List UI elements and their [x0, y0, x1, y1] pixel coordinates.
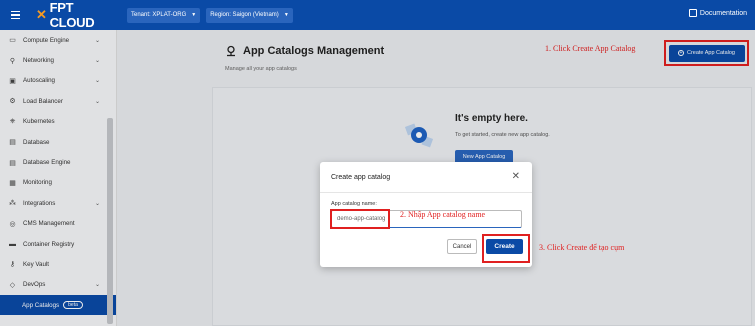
chevron-down-icon: ▼: [191, 12, 197, 18]
menu-icon[interactable]: [0, 0, 30, 30]
brand-name: FPT CLOUD: [49, 0, 95, 30]
tenant-selector[interactable]: Tenant: XPLAT-ORG ▼: [127, 7, 201, 23]
region-selector[interactable]: Region: Saigon (Vietnam) ▼: [206, 7, 293, 23]
tenant-label: Tenant: XPLAT-ORG: [131, 12, 187, 18]
dialog-title: Create app catalog: [331, 174, 391, 181]
brand-logo[interactable]: ✕ FPT CLOUD: [36, 0, 121, 30]
annotation-step-2: 2. Nhập App catalog name: [400, 210, 486, 219]
documentation-link[interactable]: Documentation: [688, 9, 747, 17]
annotation-step-3: 3. Click Create để tạo cụm: [539, 243, 625, 252]
close-icon[interactable]: ✕: [512, 171, 520, 182]
document-icon: [688, 9, 697, 17]
fpt-logo-icon: ✕: [36, 7, 47, 22]
cancel-button[interactable]: Cancel: [447, 239, 477, 254]
chevron-down-icon: ▼: [283, 12, 289, 18]
top-bar: ✕ FPT CLOUD Tenant: XPLAT-ORG ▼ Region: …: [0, 0, 755, 30]
catalog-name-label: App catalog name:: [331, 201, 377, 207]
dialog-divider: [320, 192, 532, 193]
documentation-label: Documentation: [699, 9, 747, 17]
region-label: Region: Saigon (Vietnam): [210, 12, 279, 18]
create-button[interactable]: Create: [486, 239, 523, 254]
